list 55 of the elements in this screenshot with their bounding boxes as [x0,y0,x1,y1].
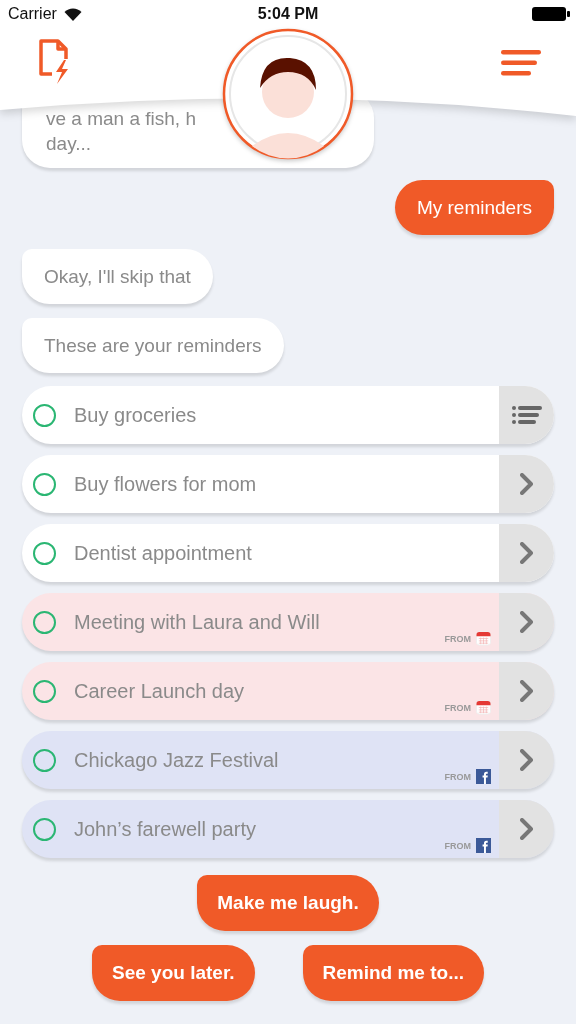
action-button[interactable] [499,731,554,789]
menu-icon[interactable] [501,50,541,76]
action-button[interactable] [499,455,554,513]
reminder-row[interactable]: Chickago Jazz Festival FROM [22,731,554,789]
chat-bubble: These are your reminders [22,318,284,373]
facebook-icon [476,769,491,784]
reminder-title: Buy groceries [74,403,198,427]
quick-reply-button[interactable]: Remind me to... [302,945,484,1001]
checkbox[interactable] [33,817,56,841]
checkbox[interactable] [33,748,56,772]
reminder-row[interactable]: Career Launch day FROM [22,662,554,720]
calendar-icon [476,700,491,715]
list-icon [511,405,542,425]
chevron-right-icon [519,749,534,771]
carrier-label: Carrier [8,5,57,23]
wifi-icon [63,7,82,21]
battery-icon [532,7,570,21]
checkbox[interactable] [33,679,56,703]
avatar[interactable] [222,28,354,160]
action-button[interactable] [499,800,554,858]
reminder-row[interactable]: Meeting with Laura and Will FROM [22,593,554,651]
chevron-right-icon [519,818,534,840]
checkbox[interactable] [33,472,56,496]
reminder-row[interactable]: Buy groceries [22,386,554,444]
time: 5:04 PM [256,5,320,23]
from-label: FROM [444,703,471,713]
checkbox[interactable] [33,541,56,565]
chevron-right-icon [519,542,534,564]
from-label: FROM [444,634,471,644]
facebook-icon [476,838,491,853]
chevron-right-icon [519,680,534,702]
chat-bubble: My reminders [394,180,554,235]
reminder-row[interactable]: John’s farewell party FROM [22,800,554,858]
chat-bubble: Okay, I'll skip that [22,249,213,304]
reminder-row[interactable]: Dentist appointment [22,524,554,582]
reminder-row[interactable]: Buy flowers for mom [22,455,554,513]
reminder-title: Chickago Jazz Festival [74,748,280,772]
reminder-title: John’s farewell party [74,817,257,841]
chevron-right-icon [519,611,534,633]
checkbox[interactable] [33,610,56,634]
reminder-title: Buy flowers for mom [74,472,258,496]
action-button[interactable] [499,593,554,651]
action-button[interactable] [499,662,554,720]
chevron-right-icon [519,473,534,495]
from-label: FROM [444,772,471,782]
action-button[interactable] [499,524,554,582]
reminder-title: Dentist appointment [74,541,253,565]
reminder-title: Meeting with Laura and Will [74,610,321,634]
calendar-icon [476,631,491,646]
from-label: FROM [444,841,471,851]
quick-reply-button[interactable]: Make me laugh. [197,875,379,931]
reminder-title: Career Launch day [74,679,246,703]
quick-reply-button[interactable]: See you later. [92,945,255,1001]
checkbox[interactable] [33,403,56,427]
action-button[interactable] [499,386,554,444]
